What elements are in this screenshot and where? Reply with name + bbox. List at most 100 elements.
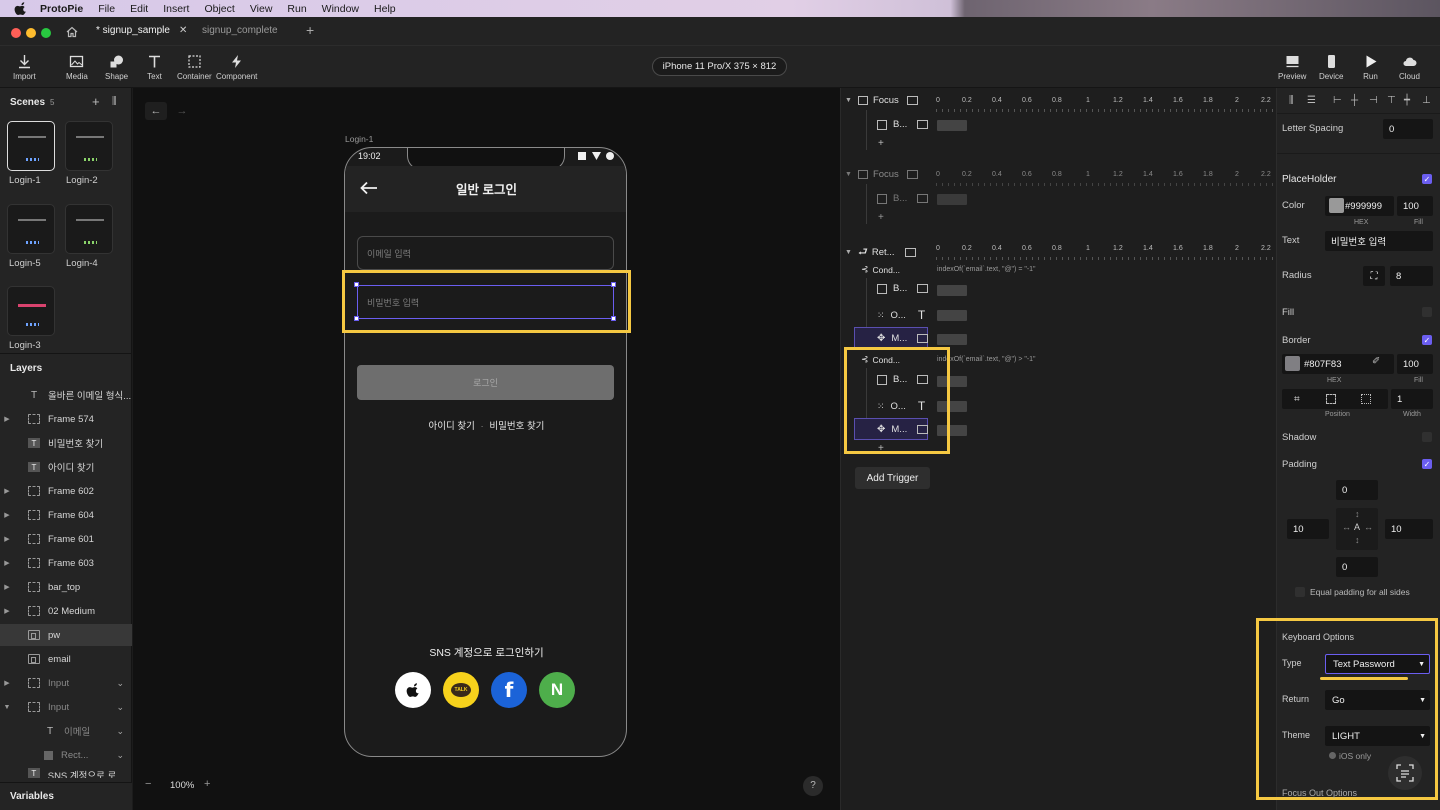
align-right-icon[interactable]: ⊣ bbox=[1369, 95, 1378, 106]
expand-caret-icon[interactable]: ▼ bbox=[0, 704, 14, 711]
trigger-focus-1[interactable]: ▼ Focus bbox=[845, 95, 918, 106]
menu-object[interactable]: Object bbox=[204, 3, 234, 15]
chevron-down-icon[interactable]: ⌄ bbox=[116, 750, 124, 761]
zoom-in-button[interactable]: + bbox=[204, 778, 210, 790]
new-tab-plus-icon[interactable]: + bbox=[306, 22, 314, 38]
layer-item[interactable]: ▶ 02 Medium bbox=[0, 600, 132, 622]
add-trigger-button[interactable]: Add Trigger bbox=[855, 467, 930, 489]
collapse-caret-icon[interactable]: ▼ bbox=[845, 97, 852, 104]
layer-item-selected[interactable]: pw bbox=[0, 624, 132, 646]
layer-item[interactable]: T 이메일 ⌄ bbox=[0, 720, 132, 742]
expand-caret-icon[interactable]: ▶ bbox=[0, 559, 14, 567]
add-response-plus[interactable]: + bbox=[878, 138, 884, 149]
response-row[interactable]: ⁙ O... T bbox=[877, 308, 925, 322]
layer-item[interactable]: ▶ Frame 601 bbox=[0, 528, 132, 550]
align-top-icon[interactable]: ⊤ bbox=[1387, 95, 1396, 106]
zoom-out-button[interactable]: − bbox=[145, 778, 151, 790]
expand-caret-icon[interactable]: ▶ bbox=[0, 415, 14, 423]
color-swatch[interactable] bbox=[1285, 356, 1300, 371]
color-swatch[interactable] bbox=[1329, 198, 1344, 213]
container-button[interactable]: Container bbox=[177, 54, 212, 81]
layer-item[interactable]: ▶ Frame 574 bbox=[0, 408, 132, 430]
eyedropper-icon[interactable]: ✐ bbox=[1372, 356, 1380, 367]
scene-thumb-login-5[interactable] bbox=[7, 204, 55, 254]
login-button[interactable]: 로그인 bbox=[357, 365, 614, 400]
zoom-level[interactable]: 100% bbox=[170, 780, 194, 791]
response-row[interactable]: B... bbox=[877, 119, 929, 130]
padding-checkbox[interactable]: ✓ bbox=[1422, 459, 1432, 469]
layer-item[interactable]: T SNS 계정으로 로그... bbox=[0, 768, 132, 778]
border-checkbox[interactable]: ✓ bbox=[1422, 335, 1432, 345]
padding-top-input[interactable]: 0 bbox=[1336, 480, 1378, 500]
align-center-icon[interactable]: ┼ bbox=[1351, 95, 1358, 106]
zoom-window-button[interactable] bbox=[41, 28, 51, 38]
facebook-login-button[interactable]: f bbox=[491, 672, 527, 708]
keyboard-theme-select[interactable]: LIGHT ▼ bbox=[1325, 726, 1430, 746]
expand-caret-icon[interactable]: ▶ bbox=[0, 583, 14, 591]
layer-item[interactable]: ▶ Input ⌄ bbox=[0, 672, 132, 694]
layer-item[interactable]: ▶ Frame 604 bbox=[0, 504, 132, 526]
menu-help[interactable]: Help bbox=[374, 3, 396, 15]
chevron-down-icon[interactable]: ⌄ bbox=[116, 726, 124, 737]
layer-item[interactable]: ▶ bar_top bbox=[0, 576, 132, 598]
trigger-focus-2[interactable]: ▼ Focus bbox=[845, 169, 918, 180]
layer-item[interactable]: T 아이디 찾기 bbox=[0, 456, 132, 478]
apple-login-button[interactable] bbox=[395, 672, 431, 708]
tab-signup-sample[interactable]: * signup_sample ✕ bbox=[96, 25, 187, 36]
minimize-window-button[interactable] bbox=[26, 28, 36, 38]
border-inside-icon[interactable]: ⌗ bbox=[1294, 394, 1300, 405]
scene-thumb-login-3[interactable] bbox=[7, 286, 55, 336]
condition-row-1[interactable]: ⊰ Cond... bbox=[861, 264, 900, 275]
expand-caret-icon[interactable]: ▶ bbox=[0, 535, 14, 543]
layer-item[interactable]: T 올바른 이메일 형식... bbox=[0, 384, 132, 406]
menu-window[interactable]: Window bbox=[322, 3, 359, 15]
border-position-selector[interactable]: ⌗ bbox=[1282, 389, 1388, 409]
keyboard-return-select[interactable]: Go ▼ bbox=[1325, 690, 1430, 710]
padding-bottom-input[interactable]: 0 bbox=[1336, 557, 1378, 577]
home-icon[interactable] bbox=[66, 26, 78, 38]
timeline-bar[interactable] bbox=[937, 285, 967, 296]
cloud-button[interactable]: Cloud bbox=[1399, 54, 1420, 81]
canvas[interactable]: ← → Login-1 19:02 일반 로그인 이메일 입력 비밀번호 입력 … bbox=[133, 88, 840, 810]
text-tool-button[interactable]: Text bbox=[147, 54, 162, 81]
layer-item[interactable]: Rect... ⌄ bbox=[0, 744, 132, 766]
border-center-icon[interactable] bbox=[1326, 394, 1336, 404]
distribute-horizontal-icon[interactable]: ⫼ bbox=[1289, 95, 1294, 106]
layer-item[interactable]: T 비밀번호 찾기 bbox=[0, 432, 132, 454]
menu-insert[interactable]: Insert bbox=[163, 3, 189, 15]
component-button[interactable]: Component bbox=[216, 54, 257, 81]
layer-item[interactable]: ▼ Input ⌄ bbox=[0, 696, 132, 718]
padding-right-input[interactable]: 10 bbox=[1385, 519, 1433, 539]
border-fill-input[interactable]: 100 bbox=[1397, 354, 1433, 374]
scan-button[interactable] bbox=[1388, 756, 1422, 790]
tab-close-icon[interactable]: ✕ bbox=[179, 25, 187, 36]
trigger-return[interactable]: ▼ ⮐ Ret... bbox=[845, 243, 916, 262]
placeholder-fill-input[interactable]: 100 bbox=[1397, 196, 1433, 216]
padding-left-input[interactable]: 10 bbox=[1287, 519, 1329, 539]
menu-view[interactable]: View bbox=[250, 3, 273, 15]
response-row[interactable]: ✥ M... bbox=[877, 333, 929, 344]
response-row[interactable]: B... bbox=[877, 283, 929, 294]
menu-app-name[interactable]: ProtoPie bbox=[40, 3, 83, 15]
expand-caret-icon[interactable]: ▶ bbox=[0, 679, 14, 687]
menu-file[interactable]: File bbox=[98, 3, 115, 15]
response-row[interactable]: B... bbox=[877, 193, 929, 204]
import-button[interactable]: Import bbox=[13, 54, 36, 81]
kakao-login-button[interactable]: TALK bbox=[443, 672, 479, 708]
timeline-bar[interactable] bbox=[937, 194, 967, 205]
scene-thumb-login-1[interactable] bbox=[7, 121, 55, 171]
layer-item[interactable]: email bbox=[0, 648, 132, 670]
variables-title[interactable]: Variables bbox=[10, 791, 54, 802]
back-arrow-icon[interactable]: ← bbox=[145, 102, 167, 120]
menu-run[interactable]: Run bbox=[287, 3, 306, 15]
radius-input[interactable]: 8 bbox=[1390, 266, 1433, 286]
find-password-link[interactable]: 비밀번호 찾기 bbox=[489, 421, 544, 432]
timeline-bar[interactable] bbox=[937, 334, 967, 345]
find-id-link[interactable]: 아이디 찾기 bbox=[429, 421, 475, 432]
timeline-bar[interactable] bbox=[937, 120, 967, 131]
shadow-checkbox[interactable] bbox=[1422, 432, 1432, 442]
preview-button[interactable]: Preview bbox=[1278, 54, 1306, 81]
layer-item[interactable]: ▶ Frame 603 bbox=[0, 552, 132, 574]
keyboard-type-select[interactable]: Text Password ▼ bbox=[1325, 654, 1430, 674]
forward-arrow-icon[interactable]: → bbox=[171, 102, 193, 120]
